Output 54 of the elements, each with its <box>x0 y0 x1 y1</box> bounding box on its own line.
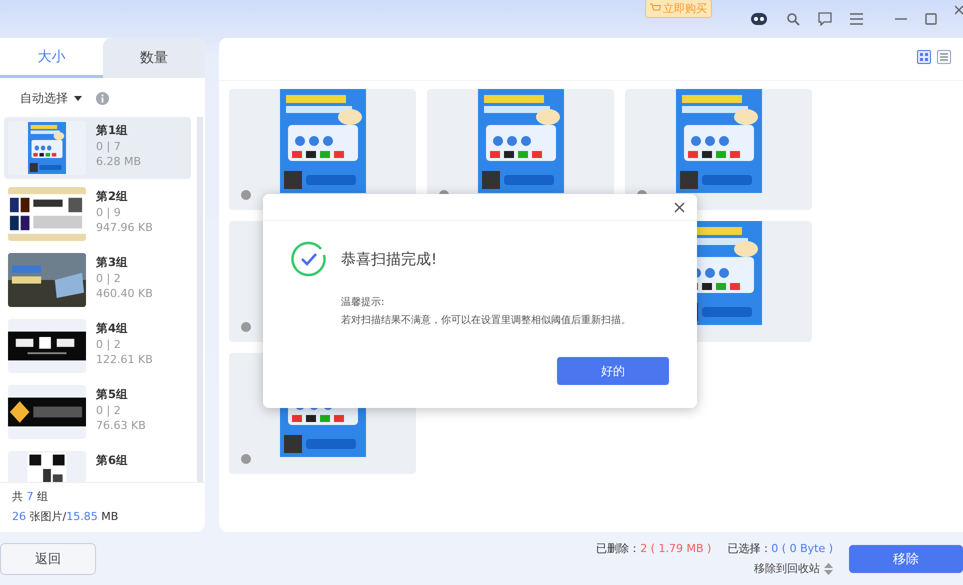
group-name: 第5组 <box>96 387 130 402</box>
search-icon[interactable] <box>786 12 800 26</box>
group-count: 0 | 7 <box>96 140 122 153</box>
caret-icon <box>74 96 82 102</box>
group-item[interactable]: 第6组 <box>4 447 191 482</box>
group-size: 460.40 KB <box>96 287 153 300</box>
menu-icon[interactable] <box>850 13 863 25</box>
group-total: 共 7 组 <box>12 489 49 504</box>
feedback-icon[interactable] <box>818 12 832 26</box>
tab[interactable]: 数量 <box>102 38 205 78</box>
image-total: 26 张图片/15.85 MB <box>12 509 120 524</box>
group-name: 第4组 <box>96 321 130 336</box>
close-icon[interactable] <box>955 4 963 16</box>
group-size: 947.96 KB <box>96 221 153 234</box>
group-size: 122.61 KB <box>96 353 153 366</box>
list-icon <box>940 53 948 61</box>
back-button[interactable]: 返回 <box>0 542 96 574</box>
selected-stat: 已选择：0 ( 0 Byte ) <box>727 541 833 556</box>
info-icon[interactable] <box>96 92 109 105</box>
group-name: 第6组 <box>96 453 128 468</box>
group-item[interactable]: 第5组 0 | 2 76.63 KB <box>4 381 191 443</box>
group-size: 76.63 KB <box>96 419 146 432</box>
ok-button[interactable]: 好的 <box>557 357 669 385</box>
hint-title: 温馨提示: <box>341 296 386 309</box>
group-item[interactable]: 第4组 0 | 2 122.61 KB <box>4 315 191 377</box>
remove-button[interactable]: 移除 <box>849 544 963 572</box>
grid-view-button[interactable] <box>917 50 931 64</box>
group-count: 0 | 2 <box>96 404 122 417</box>
group-item[interactable]: 第2组 0 | 9 947.96 KB <box>4 183 191 245</box>
dialog-title: 恭喜扫描完成! <box>341 250 438 268</box>
group-item[interactable]: 第1组 0 | 7 6.28 MB <box>4 117 191 179</box>
group-size: 6.28 MB <box>96 155 142 168</box>
group-name: 第2组 <box>96 189 130 204</box>
maximize-icon[interactable] <box>925 13 937 25</box>
close-button[interactable] <box>674 202 685 212</box>
grid-icon <box>920 53 928 61</box>
group-name: 第1组 <box>96 123 130 138</box>
sort-icon <box>824 562 833 574</box>
radio-icon[interactable] <box>241 190 251 200</box>
image-card[interactable] <box>625 89 812 210</box>
deleted-stat: 已删除：2 ( 1.79 MB ) <box>596 541 712 556</box>
hint-text: 若对扫描结果不满意，你可以在设置里调整相似阈值后重新扫描。 <box>341 314 632 327</box>
radio-icon[interactable] <box>241 322 251 332</box>
group-item[interactable]: 第3组 0 | 2 460.40 KB <box>4 249 191 311</box>
group-count: 0 | 9 <box>96 206 122 219</box>
robot-icon[interactable] <box>750 12 768 26</box>
radio-icon[interactable] <box>241 454 251 464</box>
auto-select-dropdown[interactable]: 自动选择 <box>20 90 82 107</box>
check-circle-icon <box>291 241 327 277</box>
list-view-button[interactable] <box>937 50 951 64</box>
group-name: 第3组 <box>96 255 130 270</box>
group-count: 0 | 2 <box>96 272 122 285</box>
recycle-bin-dropdown[interactable]: 移除到回收站 <box>754 561 833 576</box>
group-count: 0 | 2 <box>96 338 122 351</box>
